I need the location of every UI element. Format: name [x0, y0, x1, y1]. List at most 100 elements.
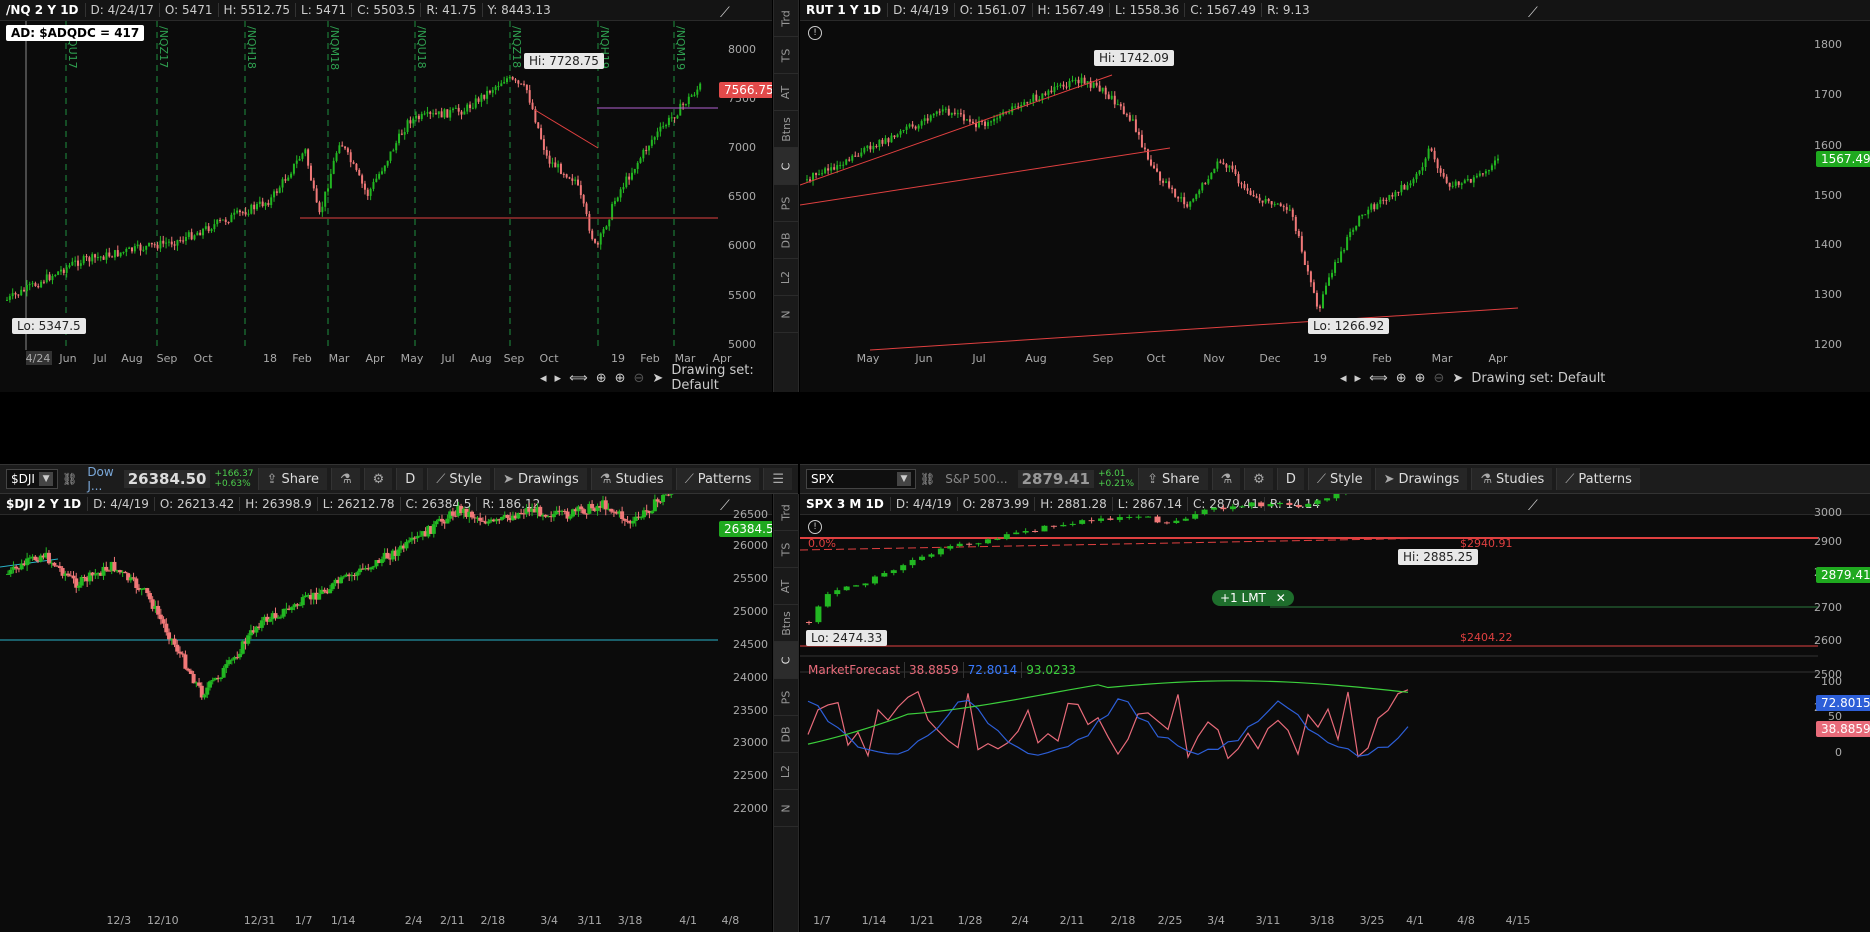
side-tab-db[interactable]: DB [774, 716, 798, 753]
candle [579, 506, 584, 510]
zoom-in-icon[interactable]: ⊕ [1415, 371, 1426, 386]
limit-order-badge[interactable]: +1 LMT ✕ [1212, 590, 1294, 606]
candle [125, 248, 128, 252]
style-button[interactable]: ⟋ Style [1307, 468, 1371, 490]
side-tab-db[interactable]: DB [774, 222, 798, 259]
link-icon[interactable]: ⛓ [62, 472, 77, 486]
spx-chart-pane[interactable]: SPX 3 M 1D D: 4/4/19 O: 2873.99 H: 2881.… [800, 494, 1870, 932]
rut-chart-pane[interactable]: RUT 1 Y 1D D: 4/4/19 O: 1561.07 H: 1567.… [800, 0, 1870, 392]
spx-last-price-badge: 2879.41 [1816, 567, 1870, 583]
candle [1137, 131, 1140, 135]
side-tab-btns[interactable]: Btns [774, 111, 798, 148]
side-tab-ts[interactable]: TS [774, 531, 798, 568]
expand-icon[interactable]: ⟺ [1369, 371, 1388, 386]
side-tab-ps[interactable]: PS [774, 185, 798, 222]
dji-price-chart[interactable]: 26500 26000 25500 25000 24500 24000 23500 23000… [0, 494, 772, 932]
scroll-right-icon[interactable]: ▸ [1355, 371, 1362, 386]
dji-symbol-input[interactable]: $DJI ▼ [6, 469, 59, 489]
zoom-out-icon[interactable]: ⊖ [634, 371, 645, 386]
side-tab-n[interactable]: N [774, 790, 798, 827]
studies-button[interactable]: ⚗ Studies [1471, 468, 1553, 490]
period-button[interactable]: D [1276, 468, 1304, 490]
side-tab-c[interactable]: C [774, 642, 798, 679]
candle [474, 98, 477, 108]
side-tab-at[interactable]: AT [774, 568, 798, 605]
nq-chart-pane[interactable]: /NQ 2 Y 1D D: 4/24/17 O: 5471 H: 5512.75… [0, 0, 772, 392]
side-tab-btns[interactable]: Btns [774, 605, 798, 642]
nq-price-chart[interactable]: 8000750070006500600055005000/NQU17/NQZ17… [0, 0, 772, 392]
spx-drawing-tool-icon[interactable]: ⟋ [1528, 498, 1538, 514]
style-button[interactable]: ⟋ Style [427, 468, 491, 490]
candle [170, 241, 173, 245]
candle [1487, 170, 1490, 172]
side-tab-n[interactable]: N [774, 296, 798, 333]
side-tab-trd[interactable]: Trd [774, 494, 798, 531]
candle [908, 124, 911, 127]
candle [352, 162, 355, 164]
candle [872, 145, 875, 150]
candle [261, 201, 264, 207]
period-button[interactable]: D [396, 468, 424, 490]
zoom-in-icon[interactable]: ⊕ [615, 371, 626, 386]
candle [398, 133, 401, 144]
studies-button[interactable]: ⚗ Studies [590, 468, 672, 490]
candle [276, 617, 281, 619]
study-name[interactable]: MarketForecast [804, 662, 904, 678]
chevron-down-icon[interactable]: ▼ [39, 472, 54, 486]
candle [1328, 277, 1331, 286]
spx-price: 2879.41 [1017, 470, 1094, 488]
candle [486, 90, 489, 99]
scroll-right-icon[interactable]: ▸ [555, 371, 562, 386]
alert-icon[interactable]: ! [808, 26, 822, 40]
chevron-down-icon[interactable]: ▼ [897, 472, 911, 486]
spx-price-chart[interactable]: 30002900280027002600250024001005001/71/1… [800, 494, 1870, 932]
cursor-icon[interactable]: ➤ [652, 371, 663, 386]
alert-icon[interactable]: ! [808, 520, 822, 534]
drawing-set-label[interactable]: Drawing set: Default [671, 363, 772, 392]
candle [520, 83, 523, 85]
candle [162, 240, 165, 244]
patterns-button[interactable]: ⟋ Patterns [1556, 468, 1640, 490]
candle [134, 578, 139, 589]
nq-drawing-tool-icon[interactable]: ⟋ [720, 5, 730, 21]
study-header: MarketForecast 38.8859 72.8014 93.0233 [804, 662, 1080, 678]
drawings-button[interactable]: ➤ Drawings [1374, 468, 1468, 490]
settings-button[interactable]: ⚙ [363, 468, 393, 490]
side-tab-ps[interactable]: PS [774, 679, 798, 716]
dji-drawing-tool-icon[interactable]: ⟋ [720, 498, 730, 514]
candle [959, 113, 962, 115]
scroll-left-icon[interactable]: ◂ [1340, 371, 1347, 386]
patterns-button[interactable]: ⟋ Patterns [675, 468, 760, 490]
side-tab-at[interactable]: AT [774, 74, 798, 111]
side-tab-c[interactable]: C [774, 148, 798, 185]
crosshair-icon[interactable]: ⊕ [596, 371, 607, 386]
flask-button[interactable]: ⚗ [330, 468, 360, 490]
candle [1065, 86, 1068, 88]
candle [315, 188, 318, 203]
expand-icon[interactable]: ⟺ [569, 371, 588, 386]
candle [1496, 158, 1499, 161]
drawing-set-label[interactable]: Drawing set: Default [1471, 371, 1605, 386]
close-icon[interactable]: ✕ [1276, 591, 1286, 605]
cursor-icon[interactable]: ➤ [1452, 371, 1463, 386]
menu-button[interactable]: ☰ [763, 468, 792, 490]
drawings-button[interactable]: ➤ Drawings [494, 468, 587, 490]
side-tab-ts[interactable]: TS [774, 37, 798, 74]
candle [1248, 502, 1255, 507]
zoom-out-icon[interactable]: ⊖ [1434, 371, 1445, 386]
flask-button[interactable]: ⚗ [1211, 468, 1241, 490]
side-tab-l2[interactable]: L2 [774, 259, 798, 296]
side-tab-trd[interactable]: Trd [774, 0, 798, 37]
spx-symbol-input[interactable]: SPX ▼ [806, 469, 916, 489]
share-button[interactable]: ⇪ Share [1138, 468, 1208, 490]
settings-button[interactable]: ⚙ [1244, 468, 1273, 490]
scroll-left-icon[interactable]: ◂ [540, 371, 547, 386]
side-tab-l2[interactable]: L2 [774, 753, 798, 790]
share-button[interactable]: ⇪ Share [257, 468, 327, 490]
expiry-label: /NQU18 [415, 26, 428, 69]
crosshair-icon[interactable]: ⊕ [1396, 371, 1407, 386]
dji-chart-pane[interactable]: $DJI 2 Y 1D D: 4/4/19 O: 26213.42 H: 263… [0, 494, 772, 932]
candle [1240, 183, 1243, 185]
link-icon[interactable]: ⛓ [920, 472, 935, 486]
rut-drawing-tool-icon[interactable]: ⟋ [1528, 5, 1538, 21]
